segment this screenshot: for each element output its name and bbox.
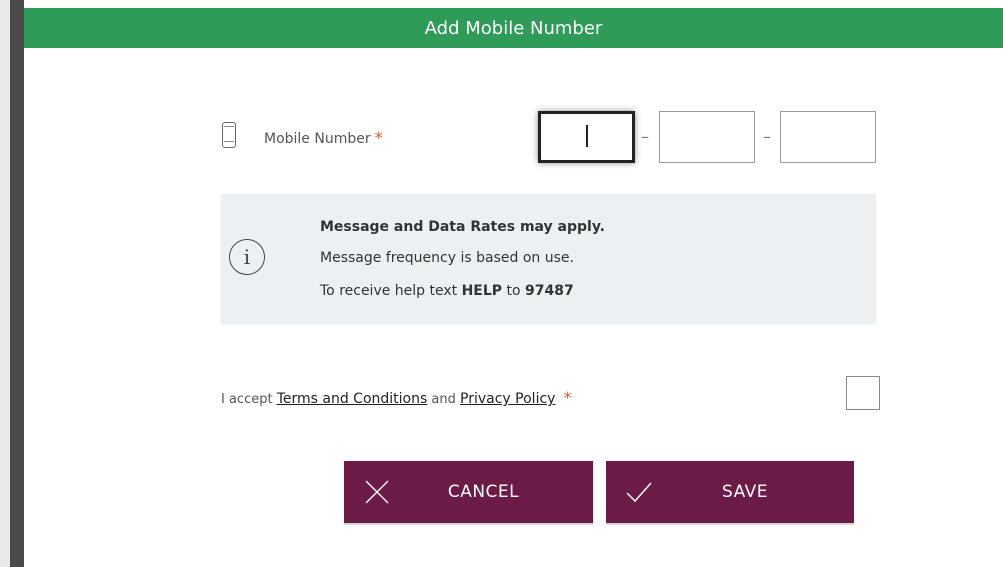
mobile-number-label-text: Mobile Number	[264, 131, 371, 147]
mobile-number-label: Mobile Number *	[264, 128, 383, 147]
privacy-policy-link[interactable]: Privacy Policy	[460, 391, 555, 407]
cancel-button[interactable]: CANCEL	[344, 461, 593, 523]
save-button[interactable]: SAVE	[606, 461, 854, 523]
sms-info-panel: i Message and Data Rates may apply. Mess…	[221, 194, 876, 324]
info-help-mid: to	[502, 283, 526, 299]
modal-title: Add Mobile Number	[424, 17, 603, 39]
info-help-text: To receive help text HELP to 97487	[320, 283, 574, 299]
background-page-edge	[0, 0, 10, 567]
mobile-phone-icon	[222, 122, 236, 148]
info-help-keyword: HELP	[461, 283, 503, 299]
mobile-prefix-input[interactable]	[659, 111, 755, 163]
info-help-prefix: To receive help text	[320, 283, 462, 299]
info-icon: i	[229, 239, 265, 275]
save-button-label: SAVE	[721, 482, 769, 502]
text-cursor	[586, 125, 588, 147]
modal-header: Add Mobile Number	[24, 8, 1003, 48]
mobile-line-number-input[interactable]	[780, 111, 876, 163]
terms-checkbox[interactable]	[846, 376, 880, 410]
required-asterisk: *	[563, 388, 572, 407]
terms-prefix: I accept	[221, 392, 277, 407]
cancel-button-label: CANCEL	[447, 482, 520, 502]
info-help-number: 97487	[525, 283, 574, 299]
terms-and-conditions-link[interactable]: Terms and Conditions	[277, 391, 428, 407]
modal-overlay-edge	[10, 0, 24, 567]
terms-and-text: and	[427, 392, 461, 407]
info-rates-text: Message and Data Rates may apply.	[320, 219, 605, 235]
add-mobile-modal: Add Mobile Number Mobile Number * – – i M…	[24, 0, 1003, 567]
phone-separator: –	[763, 127, 771, 146]
phone-separator: –	[641, 127, 649, 146]
terms-acceptance-row: I accept Terms and Conditions and Privac…	[221, 388, 572, 407]
required-asterisk: *	[374, 128, 383, 147]
info-frequency-text: Message frequency is based on use.	[320, 250, 574, 266]
